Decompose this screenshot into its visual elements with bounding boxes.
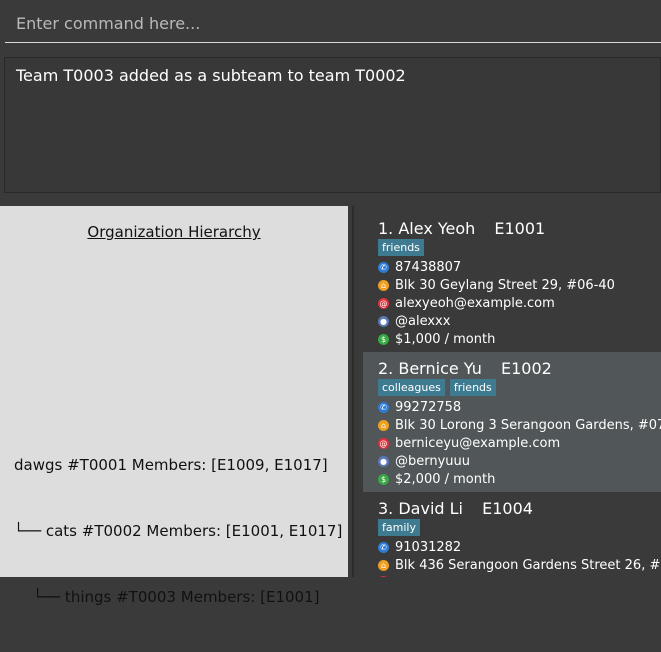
person-card[interactable]: 1. Alex Yeoh E1001 friends ✆ 87438807 ⌂ … — [363, 212, 661, 352]
person-index: 1. — [378, 219, 394, 238]
person-name-line: 1. Alex Yeoh E1001 — [378, 219, 545, 238]
organization-hierarchy-panel: Organization Hierarchy dawgs #T0001 Memb… — [0, 206, 348, 606]
org-hierarchy-title: Organization Hierarchy — [87, 223, 261, 241]
person-employee-id: E1002 — [500, 359, 552, 378]
phone-field: ✆ 87438807 — [378, 260, 461, 275]
money-icon: $ — [378, 334, 389, 345]
address-value: Blk 436 Serangoon Gardens Street 26, #16… — [395, 558, 661, 573]
email-value: berniceyu@example.com — [395, 436, 561, 451]
tag-list: colleagues friends — [378, 379, 496, 396]
split-pane-line — [352, 206, 354, 577]
github-icon: ● — [378, 316, 389, 327]
money-icon: $ — [378, 474, 389, 485]
email-icon: @ — [378, 298, 389, 309]
tree-node-dawgs: dawgs #T0001 Members: [E1009, E1017] — [14, 456, 328, 474]
person-list[interactable]: 1. Alex Yeoh E1001 friends ✆ 87438807 ⌂ … — [363, 212, 661, 577]
salary-value: $2,000 / month — [395, 472, 496, 487]
horizontal-divider[interactable] — [0, 194, 661, 206]
result-display: Team T0003 added as a subteam to team T0… — [4, 57, 661, 193]
tag: family — [378, 519, 420, 536]
tag: colleagues — [378, 379, 445, 396]
address-value: Blk 30 Geylang Street 29, #06-40 — [395, 278, 615, 293]
github-field: ● @alexxx — [378, 314, 450, 329]
phone-value: 99272758 — [395, 400, 462, 415]
github-value: @bernyuuu — [395, 454, 471, 469]
person-name: David Li — [398, 499, 463, 518]
home-icon: ⌂ — [378, 560, 389, 571]
tag-list: friends — [378, 239, 424, 256]
address-field: ⌂ Blk 30 Lorong 3 Serangoon Gardens, #07… — [378, 418, 661, 433]
person-index: 3. — [378, 499, 394, 518]
home-icon: ⌂ — [378, 420, 389, 431]
phone-value: 91031282 — [395, 540, 462, 555]
home-icon: ⌂ — [378, 280, 389, 291]
salary-value: $1,000 / month — [395, 332, 496, 347]
tree-node-cats: └── cats #T0002 Members: [E1001, E1017] — [14, 522, 343, 540]
address-value: Blk 30 Lorong 3 Serangoon Gardens, #07-1… — [395, 418, 661, 433]
split-pane-divider[interactable] — [348, 206, 363, 577]
email-value: alexyeoh@example.com — [395, 296, 555, 311]
salary-field: $ $2,000 / month — [378, 472, 495, 487]
tag-list: family — [378, 519, 420, 536]
phone-value: 87438807 — [395, 260, 462, 275]
phone-field: ✆ 99272758 — [378, 400, 461, 415]
phone-icon: ✆ — [378, 262, 389, 273]
command-box[interactable] — [5, 5, 661, 43]
person-name: Bernice Yu — [398, 359, 482, 378]
github-icon: ● — [378, 456, 389, 467]
salary-field: $ $1,000 / month — [378, 332, 495, 347]
github-value: @alexxx — [395, 314, 451, 329]
phone-icon: ✆ — [378, 542, 389, 553]
person-name-line: 3. David Li E1004 — [378, 499, 533, 518]
email-field: @ berniceyu@example.com — [378, 436, 560, 451]
result-message: Team T0003 added as a subteam to team T0… — [16, 66, 406, 85]
email-field: @ alexyeoh@example.com — [378, 296, 555, 311]
tag: friends — [378, 239, 424, 256]
org-tree: dawgs #T0001 Members: [E1009, E1017] └──… — [14, 410, 342, 652]
person-card[interactable]: 2. Bernice Yu E1002 colleagues friends ✆… — [363, 352, 661, 492]
phone-icon: ✆ — [378, 402, 389, 413]
email-icon: @ — [378, 438, 389, 449]
address-field: ⌂ Blk 436 Serangoon Gardens Street 26, #… — [378, 558, 661, 573]
person-name-line: 2. Bernice Yu E1002 — [378, 359, 552, 378]
person-card[interactable]: 3. David Li E1004 family ✆ 91031282 ⌂ Bl… — [363, 492, 661, 577]
person-employee-id: E1001 — [494, 219, 546, 238]
tag: friends — [449, 379, 496, 396]
phone-field: ✆ 91031282 — [378, 540, 461, 555]
address-field: ⌂ Blk 30 Geylang Street 29, #06-40 — [378, 278, 615, 293]
person-employee-id: E1004 — [482, 499, 533, 518]
person-index: 2. — [378, 359, 394, 378]
tree-node-things: └── things #T0003 Members: [E1001] — [14, 588, 320, 606]
person-name: Alex Yeoh — [398, 219, 476, 238]
github-field: ● @bernyuuu — [378, 454, 470, 469]
command-input[interactable] — [5, 5, 661, 42]
